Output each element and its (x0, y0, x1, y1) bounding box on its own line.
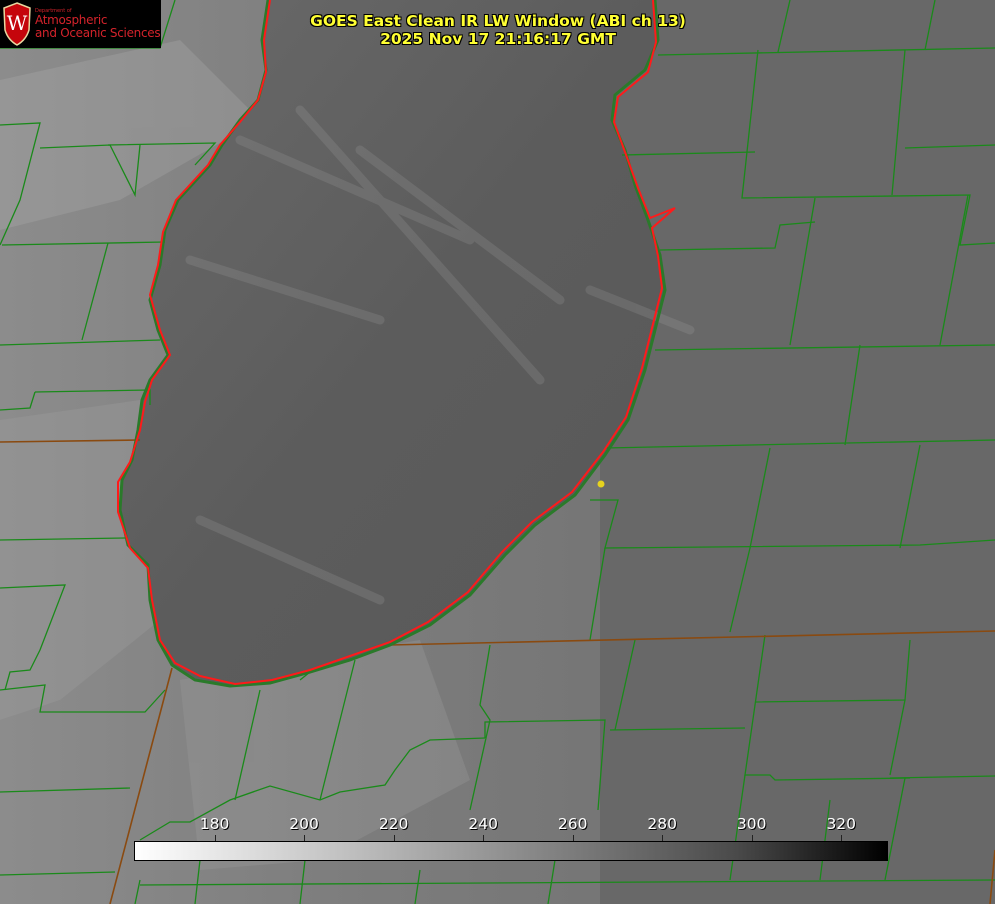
title-line-1: GOES East Clean IR LW Window (ABI ch 13) (310, 12, 686, 30)
logo-line-1: Atmospheric (35, 13, 108, 28)
uw-crest-icon: W (3, 2, 31, 46)
satellite-image: W Department of Atmospheric and Oceanic … (0, 0, 995, 904)
location-marker (597, 480, 605, 488)
colorbar-tick-label: 260 (557, 815, 588, 833)
colorbar-tick-label: 200 (289, 815, 319, 833)
colorbar-tick-label: 320 (826, 815, 857, 833)
colorbar (134, 841, 888, 861)
land-east (600, 0, 995, 904)
title-line-2: 2025 Nov 17 21:16:17 GMT (380, 30, 616, 48)
image-title: GOES East Clean IR LW Window (ABI ch 13)… (250, 12, 746, 48)
colorbar-tick-label: 300 (736, 815, 767, 833)
colorbar-tick-labels: 180 200 220 240 260 280 300 320 (134, 815, 887, 835)
colorbar-tick-label: 180 (199, 815, 230, 833)
crest-letter: W (7, 11, 28, 35)
aos-logo: W Department of Atmospheric and Oceanic … (0, 0, 161, 48)
colorbar-tick-label: 240 (468, 815, 498, 833)
map-canvas (0, 0, 995, 904)
colorbar-tick-label: 280 (647, 815, 677, 833)
colorbar-tick-label: 220 (378, 815, 409, 833)
logo-text: Department of Atmospheric and Oceanic Sc… (35, 8, 161, 40)
logo-line-2: and Oceanic Sciences (35, 25, 161, 40)
